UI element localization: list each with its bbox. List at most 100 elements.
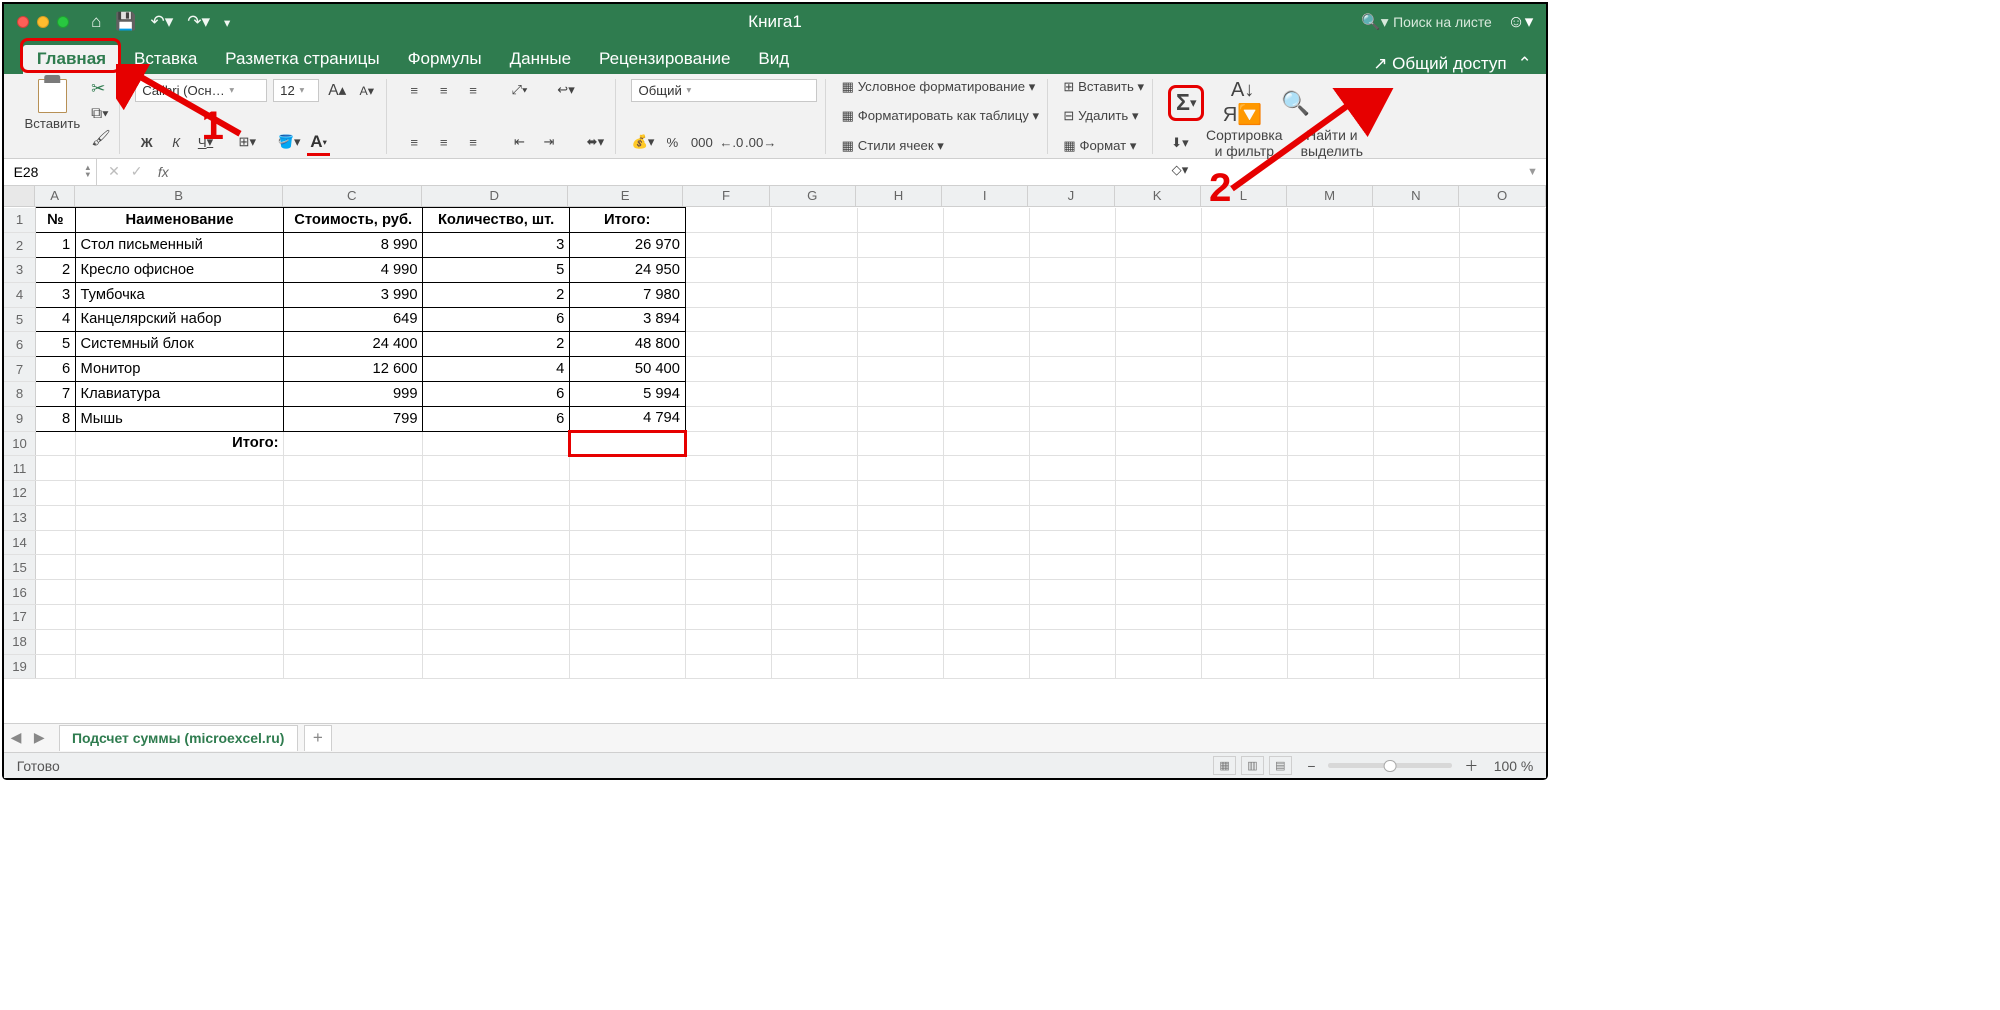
increase-decimal-icon[interactable]: ←.0 [720,130,743,153]
cell[interactable] [943,505,1029,530]
cell[interactable] [423,580,570,605]
sheet-nav-next[interactable]: ▶ [28,729,51,746]
column-header-K[interactable]: K [1115,186,1201,207]
merge-cells-icon[interactable]: ⬌▾ [584,130,607,153]
column-header-B[interactable]: B [75,186,283,207]
row-header[interactable]: 15 [4,555,35,580]
cell[interactable] [1373,530,1459,555]
cell[interactable] [943,555,1029,580]
cell[interactable] [1287,357,1373,382]
cell[interactable] [284,505,423,530]
zoom-out-button[interactable]: − [1307,758,1315,774]
tab-insert[interactable]: Вставка [120,45,211,74]
cell-D8[interactable]: 6 [423,381,570,406]
tab-data[interactable]: Данные [496,45,585,74]
cell[interactable] [1201,208,1287,233]
cell[interactable] [284,456,423,481]
sheet-search[interactable]: 🔍▾ Поиск на листе [1361,13,1491,32]
cell[interactable] [569,505,685,530]
cell[interactable] [75,654,283,679]
cell[interactable] [771,381,857,406]
italic-button[interactable]: К [164,130,187,153]
cell[interactable] [1201,307,1287,332]
cell[interactable] [1287,233,1373,258]
cell[interactable] [35,481,75,506]
cell[interactable] [1287,406,1373,431]
cancel-formula-icon[interactable]: ✕ [108,163,120,180]
header-cell-B[interactable]: Наименование [75,208,283,233]
cell[interactable] [1373,605,1459,630]
cell[interactable] [75,456,283,481]
cell-D6[interactable]: 2 [423,332,570,357]
cell[interactable] [284,481,423,506]
cell[interactable] [943,307,1029,332]
cell[interactable] [423,605,570,630]
column-header-G[interactable]: G [770,186,856,207]
cell[interactable] [35,505,75,530]
cell[interactable] [685,307,771,332]
cell[interactable] [35,629,75,654]
cell[interactable] [943,406,1029,431]
cell[interactable] [1459,654,1545,679]
row-header[interactable]: 16 [4,580,35,605]
cell[interactable] [943,357,1029,382]
cell[interactable] [771,555,857,580]
cell-B8[interactable]: Клавиатура [75,381,283,406]
cell[interactable] [685,456,771,481]
column-header-N[interactable]: N [1373,186,1459,207]
cell[interactable] [1373,456,1459,481]
column-header-E[interactable]: E [568,186,683,207]
decrease-font-icon[interactable]: A▾ [355,79,378,102]
cell[interactable] [771,233,857,258]
cell[interactable] [1373,282,1459,307]
cell[interactable] [569,530,685,555]
cell[interactable] [1029,381,1115,406]
cell[interactable] [1459,332,1545,357]
cell-C8[interactable]: 999 [284,381,423,406]
cell-E5[interactable]: 3 894 [569,307,685,332]
currency-icon[interactable]: 💰▾ [631,130,654,153]
cell[interactable] [1201,332,1287,357]
cell[interactable] [1373,257,1459,282]
tab-page-layout[interactable]: Разметка страницы [211,45,393,74]
row-header[interactable]: 14 [4,530,35,555]
column-header-H[interactable]: H [856,186,942,207]
cell[interactable] [423,555,570,580]
share-button[interactable]: Общий доступ [1373,54,1506,74]
cell-E3[interactable]: 24 950 [569,257,685,282]
cell[interactable] [1115,233,1201,258]
cell[interactable] [857,555,943,580]
cell[interactable] [35,654,75,679]
sheet-tab[interactable]: Подсчет суммы (microexcel.ru) [59,725,298,751]
cell[interactable] [685,481,771,506]
cell[interactable] [1459,456,1545,481]
cell-A2[interactable]: 1 [35,233,75,258]
cell[interactable] [1459,629,1545,654]
cell[interactable] [685,580,771,605]
cell[interactable] [857,307,943,332]
insert-cells-button[interactable]: ⊞ Вставить ▾ [1063,79,1144,95]
paste-button[interactable]: Вставить [20,79,85,131]
row-header[interactable]: 6 [4,332,35,357]
cell[interactable] [771,357,857,382]
cell[interactable] [857,357,943,382]
cell[interactable] [771,481,857,506]
cell[interactable] [1287,381,1373,406]
enter-formula-icon[interactable]: ✓ [131,163,143,180]
cell[interactable] [1029,555,1115,580]
cell[interactable] [1029,456,1115,481]
cell[interactable] [857,580,943,605]
tab-formulas[interactable]: Формулы [394,45,496,74]
row-header[interactable]: 17 [4,605,35,630]
percent-icon[interactable]: % [661,130,684,153]
fx-label[interactable]: fx [158,164,169,180]
cell[interactable] [284,654,423,679]
cell[interactable] [1373,580,1459,605]
cell-A4[interactable]: 3 [35,282,75,307]
cell[interactable] [1373,481,1459,506]
cell[interactable] [1459,431,1545,456]
cell-C4[interactable]: 3 990 [284,282,423,307]
column-header-M[interactable]: M [1287,186,1373,207]
decrease-decimal-icon[interactable]: .00→ [749,130,772,153]
cell-E9[interactable]: 4 794 [569,406,685,431]
